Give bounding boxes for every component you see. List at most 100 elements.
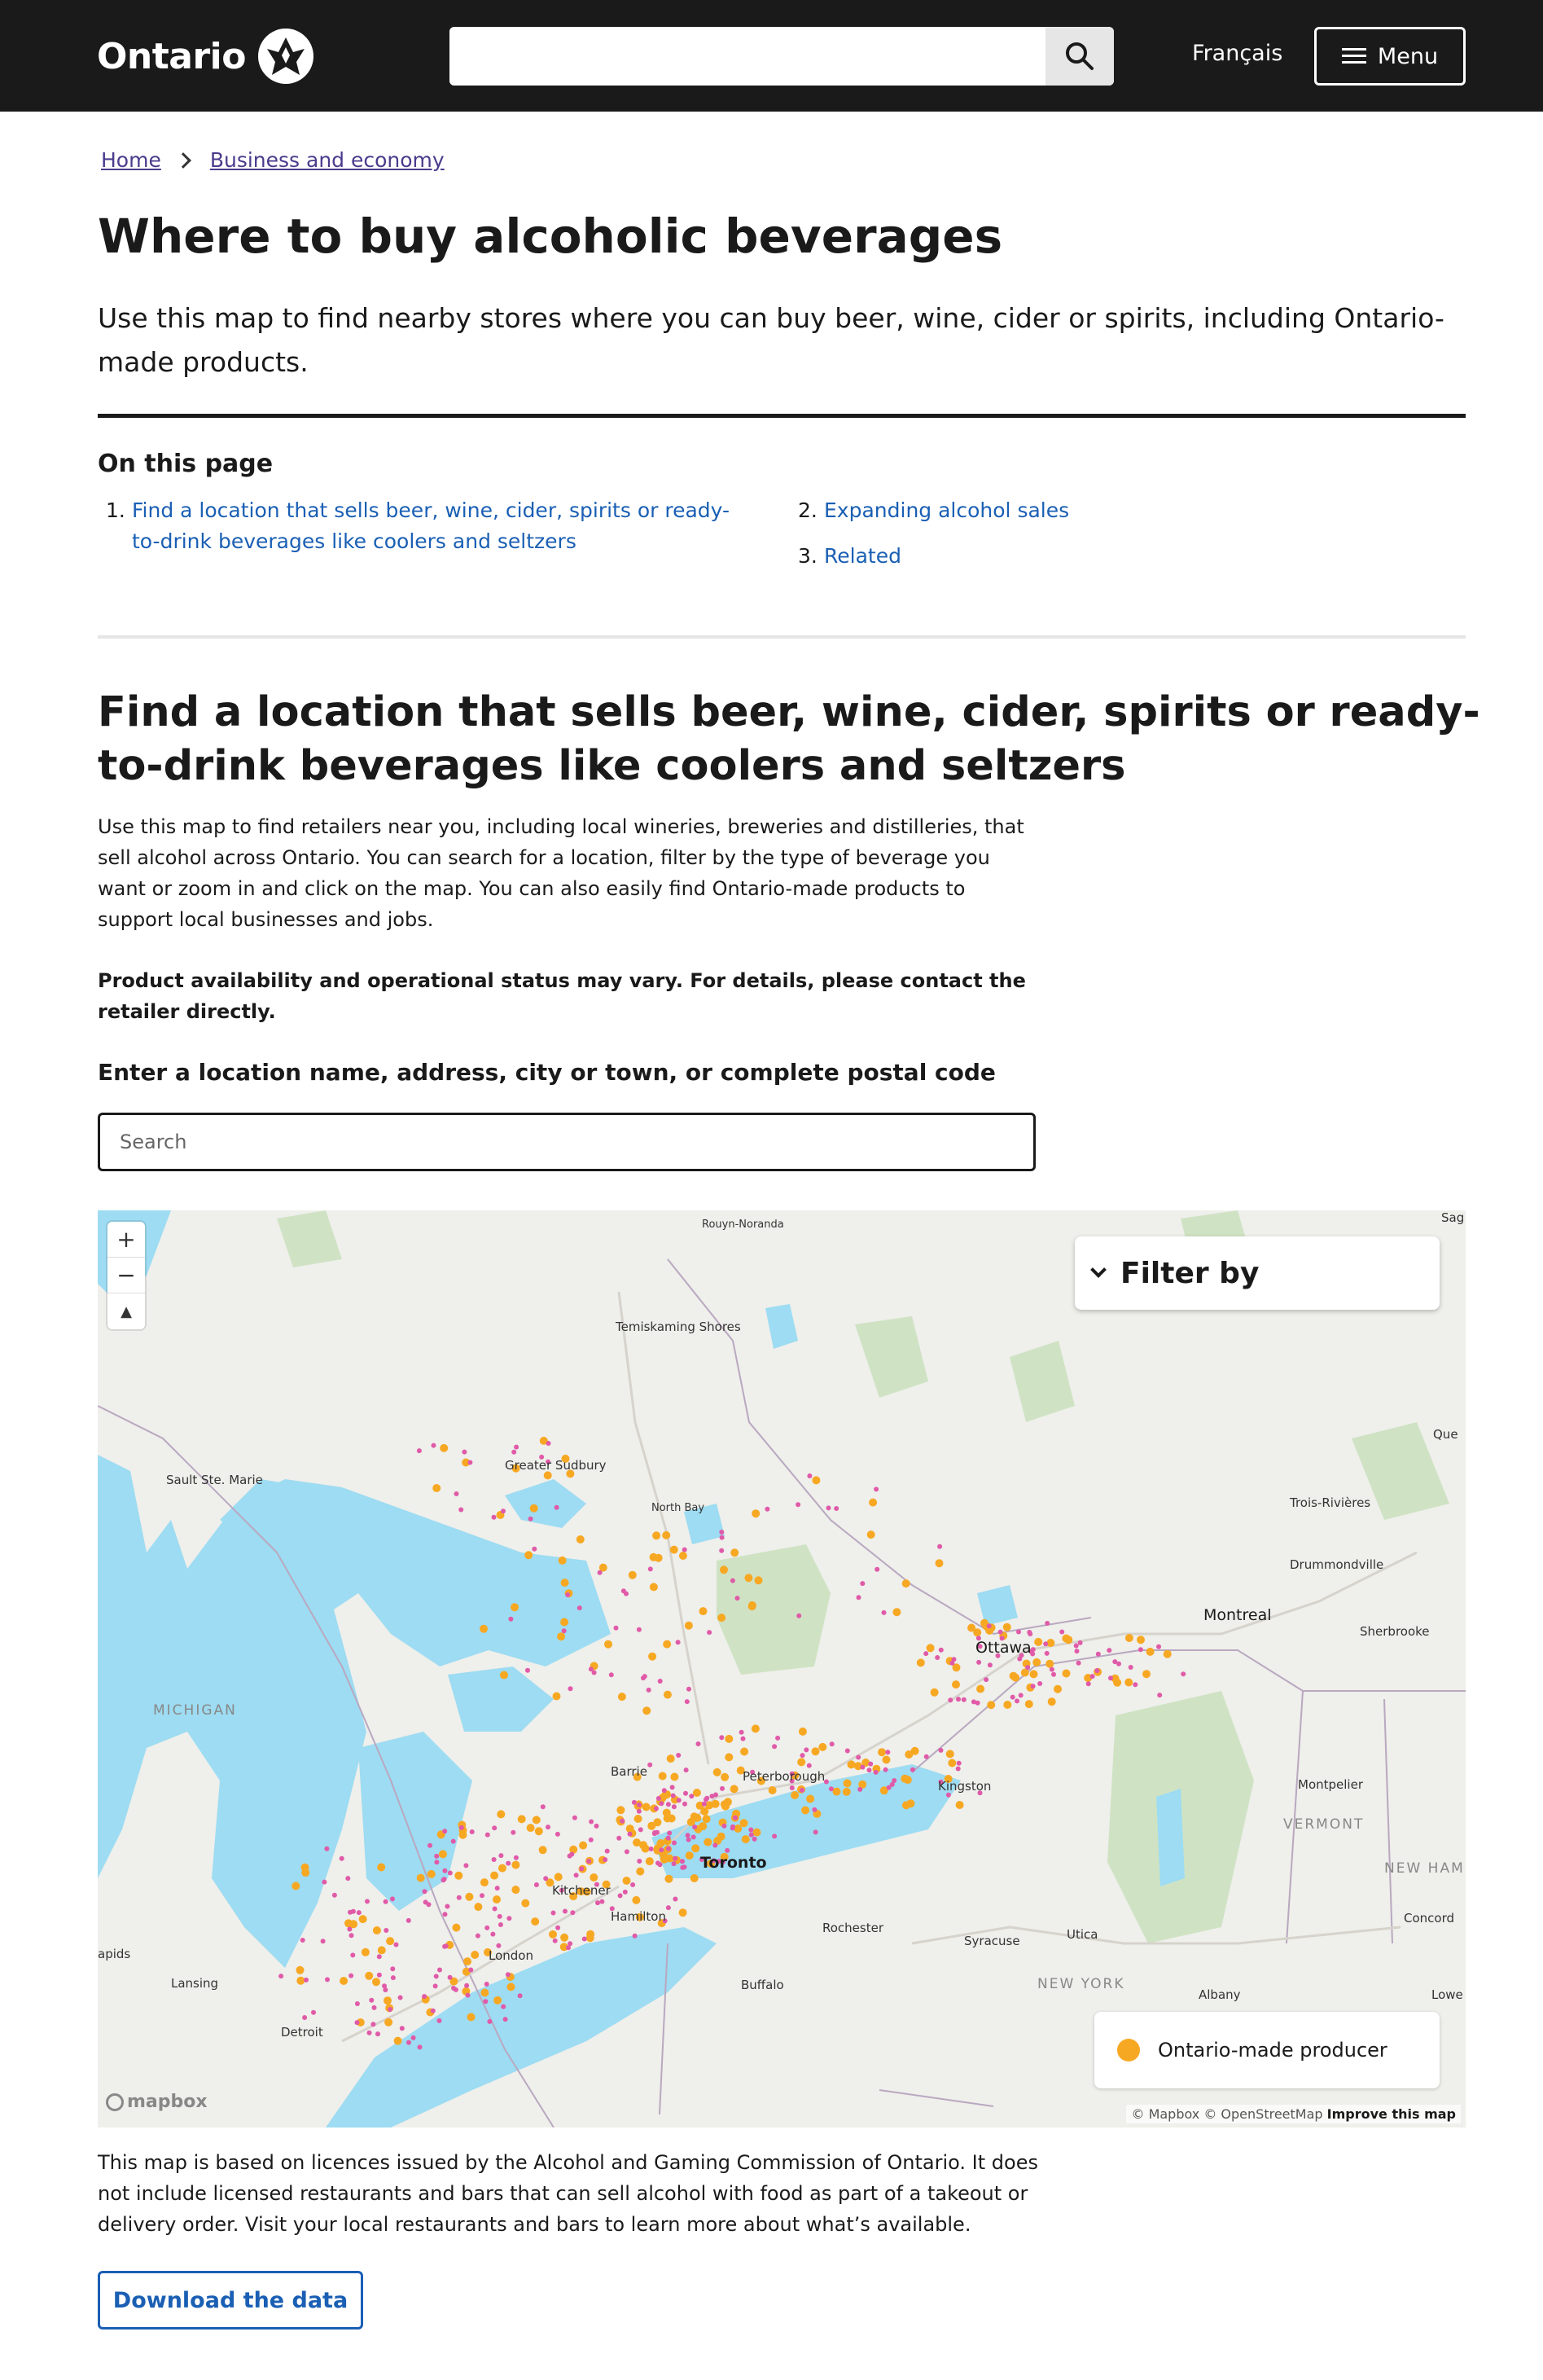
producer-marker[interactable] bbox=[440, 1443, 449, 1452]
producer-marker[interactable] bbox=[296, 1976, 305, 1985]
retailer-marker[interactable] bbox=[948, 1697, 953, 1703]
retailer-marker[interactable] bbox=[550, 1910, 556, 1916]
retailer-marker[interactable] bbox=[789, 1785, 795, 1790]
retailer-marker[interactable] bbox=[938, 1647, 944, 1653]
retailer-marker[interactable] bbox=[322, 1879, 327, 1885]
retailer-marker[interactable] bbox=[390, 1975, 396, 1981]
retailer-marker[interactable] bbox=[986, 1623, 992, 1629]
retailer-marker[interactable] bbox=[828, 1786, 834, 1792]
retailer-marker[interactable] bbox=[514, 1444, 519, 1450]
retailer-marker[interactable] bbox=[683, 1790, 688, 1796]
retailer-marker[interactable] bbox=[637, 1802, 642, 1807]
retailer-marker[interactable] bbox=[616, 1835, 622, 1841]
retailer-marker[interactable] bbox=[1037, 1681, 1043, 1686]
producer-marker[interactable] bbox=[645, 1857, 654, 1866]
retailer-marker[interactable] bbox=[796, 1502, 801, 1508]
producer-marker[interactable] bbox=[967, 1623, 976, 1632]
producer-marker[interactable] bbox=[652, 1531, 661, 1540]
retailer-marker[interactable] bbox=[655, 1796, 661, 1801]
retailer-marker[interactable] bbox=[719, 1548, 725, 1553]
on-this-page-link-1[interactable]: Find a location that sells beer, wine, c… bbox=[106, 495, 741, 557]
retailer-marker[interactable] bbox=[844, 1748, 850, 1754]
retailer-marker[interactable] bbox=[1018, 1693, 1024, 1698]
retailer-marker[interactable] bbox=[1016, 1629, 1021, 1635]
producer-marker[interactable] bbox=[1002, 1623, 1011, 1631]
producer-marker[interactable] bbox=[667, 1814, 676, 1823]
producer-marker[interactable] bbox=[684, 1621, 693, 1630]
retailer-marker[interactable] bbox=[1095, 1651, 1101, 1657]
retailer-marker[interactable] bbox=[1085, 1681, 1091, 1687]
producer-marker[interactable] bbox=[471, 1951, 480, 1959]
retailer-marker[interactable] bbox=[665, 1905, 671, 1911]
retailer-marker[interactable] bbox=[498, 1853, 504, 1859]
retailer-marker[interactable] bbox=[632, 1933, 638, 1939]
producer-marker[interactable] bbox=[662, 1530, 671, 1539]
retailer-marker[interactable] bbox=[462, 1449, 467, 1455]
retailer-marker[interactable] bbox=[648, 1846, 654, 1851]
retailer-marker[interactable] bbox=[427, 1842, 432, 1848]
producer-marker[interactable] bbox=[935, 1559, 944, 1568]
retailer-marker[interactable] bbox=[501, 1508, 506, 1514]
retailer-marker[interactable] bbox=[399, 2026, 405, 2031]
retailer-marker[interactable] bbox=[467, 1460, 473, 1465]
retailer-marker[interactable] bbox=[423, 1899, 428, 1905]
retailer-marker[interactable] bbox=[384, 1928, 389, 1933]
producer-marker[interactable] bbox=[653, 1818, 662, 1827]
producer-marker[interactable] bbox=[744, 1574, 753, 1583]
retailer-marker[interactable] bbox=[1094, 1668, 1100, 1674]
retailer-marker[interactable] bbox=[748, 1827, 754, 1833]
on-this-page-link-2[interactable]: Expanding alcohol sales bbox=[798, 495, 1205, 526]
producer-marker[interactable] bbox=[585, 1934, 594, 1943]
retailer-marker[interactable] bbox=[300, 1938, 305, 1943]
retailer-marker[interactable] bbox=[765, 1506, 770, 1512]
retailer-marker[interactable] bbox=[1015, 1698, 1019, 1704]
retailer-marker[interactable] bbox=[447, 1974, 453, 1980]
producer-marker[interactable] bbox=[669, 1545, 678, 1554]
retailer-marker[interactable] bbox=[463, 1863, 469, 1868]
producer-marker[interactable] bbox=[511, 1860, 520, 1869]
retailer-marker[interactable] bbox=[676, 1753, 682, 1758]
producer-marker[interactable] bbox=[678, 1908, 687, 1917]
producer-marker[interactable] bbox=[660, 1855, 668, 1864]
producer-marker[interactable] bbox=[1029, 1670, 1038, 1679]
retailer-marker[interactable] bbox=[511, 1829, 516, 1835]
retailer-marker[interactable] bbox=[661, 1788, 667, 1794]
retailer-marker[interactable] bbox=[647, 1566, 653, 1572]
producer-marker[interactable] bbox=[560, 1933, 569, 1942]
producer-marker[interactable] bbox=[554, 1873, 563, 1882]
producer-marker[interactable] bbox=[498, 1864, 506, 1873]
producer-marker[interactable] bbox=[616, 1806, 625, 1815]
retailer-marker[interactable] bbox=[807, 1473, 813, 1478]
retailer-marker[interactable] bbox=[720, 1785, 725, 1791]
producer-marker[interactable] bbox=[1024, 1700, 1033, 1709]
retailer-marker[interactable] bbox=[511, 1449, 517, 1455]
retailer-marker[interactable] bbox=[487, 2018, 493, 2024]
producer-marker[interactable] bbox=[806, 1794, 815, 1803]
producer-marker[interactable] bbox=[1003, 1701, 1012, 1709]
retailer-marker[interactable] bbox=[1043, 1641, 1049, 1647]
download-data-button[interactable]: Download the data bbox=[98, 2271, 363, 2330]
producer-marker[interactable] bbox=[480, 1988, 489, 1997]
producer-marker[interactable] bbox=[692, 1789, 701, 1797]
retailer-marker[interactable] bbox=[719, 1535, 725, 1540]
retailer-marker[interactable] bbox=[561, 1628, 567, 1634]
improve-map-link[interactable]: Improve this map bbox=[1327, 2106, 1456, 2122]
retailer-marker[interactable] bbox=[733, 1815, 738, 1820]
retailer-marker[interactable] bbox=[1025, 1665, 1031, 1671]
retailer-marker[interactable] bbox=[370, 2022, 376, 2027]
producer-marker[interactable] bbox=[690, 1874, 699, 1882]
retailer-marker[interactable] bbox=[458, 1825, 464, 1830]
producer-marker[interactable] bbox=[741, 1835, 750, 1844]
producer-marker[interactable] bbox=[372, 1978, 380, 1987]
producer-marker[interactable] bbox=[557, 1632, 566, 1641]
producer-marker[interactable] bbox=[690, 1812, 699, 1821]
retailer-marker[interactable] bbox=[680, 1864, 686, 1870]
retailer-marker[interactable] bbox=[434, 1860, 440, 1865]
producer-marker[interactable] bbox=[791, 1791, 800, 1799]
producer-marker[interactable] bbox=[521, 1899, 530, 1908]
retailer-marker[interactable] bbox=[490, 1931, 496, 1937]
producer-marker[interactable] bbox=[529, 1504, 538, 1513]
producer-marker[interactable] bbox=[639, 1841, 647, 1850]
retailer-marker[interactable] bbox=[443, 1943, 449, 1949]
retailer-marker[interactable] bbox=[354, 2001, 360, 2006]
